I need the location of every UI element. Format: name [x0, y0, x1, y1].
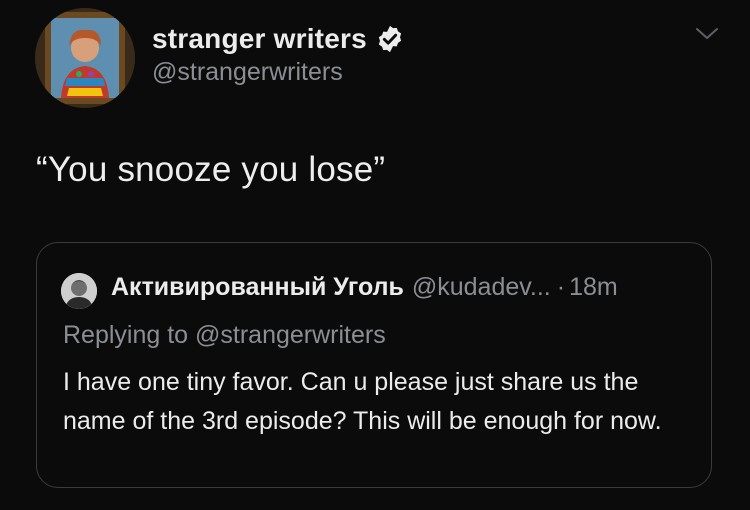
portrait-painting-icon — [35, 8, 135, 108]
person-photo-icon — [61, 273, 97, 309]
verified-badge-icon — [375, 24, 405, 54]
replying-to[interactable]: Replying to @strangerwriters — [63, 321, 386, 350]
author-avatar[interactable] — [35, 8, 135, 108]
quoted-header: Активированный Уголь @kudadev... · 18m — [111, 273, 618, 302]
quoted-author-avatar[interactable] — [61, 273, 97, 309]
author-display-name[interactable]: stranger writers — [152, 23, 367, 55]
tweet-card[interactable]: stranger writers @strangerwriters “You s… — [0, 0, 750, 510]
quoted-author-handle[interactable]: @kudadev... — [412, 273, 551, 302]
tweet-text: “You snooze you lose” — [36, 150, 386, 189]
author-info: stranger writers @strangerwriters — [152, 20, 405, 87]
author-name-row: stranger writers — [152, 20, 405, 58]
chevron-down-icon[interactable] — [692, 24, 722, 44]
quoted-tweet[interactable]: Активированный Уголь @kudadev... · 18m R… — [36, 242, 712, 488]
author-handle[interactable]: @strangerwriters — [152, 58, 405, 87]
quoted-tweet-text: I have one tiny favor. Can u please just… — [63, 368, 662, 435]
quoted-author-name[interactable]: Активированный Уголь — [111, 273, 404, 302]
separator-dot: · — [556, 273, 566, 301]
quoted-timestamp[interactable]: 18m — [569, 273, 618, 302]
